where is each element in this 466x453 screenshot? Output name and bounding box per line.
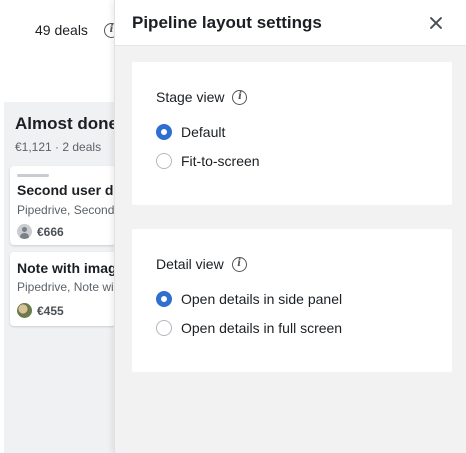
panel-header: Pipeline layout settings <box>115 0 466 46</box>
detail-view-section: Detail view i Open details in side panel… <box>132 229 452 372</box>
stage-view-heading: Stage view i <box>156 89 248 105</box>
radio-selected[interactable] <box>156 124 172 140</box>
pipeline-stage-column: Almost done €1,121 · 2 deals Second user… <box>4 102 118 453</box>
info-icon[interactable]: i <box>232 89 248 105</box>
deal-footer: €666 <box>17 224 64 239</box>
detail-view-label: Detail view <box>156 256 224 272</box>
stage-view-fit-option[interactable]: Fit-to-screen <box>156 153 260 169</box>
stage-view-label: Stage view <box>156 89 225 105</box>
option-label: Open details in full screen <box>181 320 343 336</box>
deal-card[interactable]: Note with image Pipedrive, Note with ima… <box>10 252 116 326</box>
pipeline-page: 49 deals i Almost done €1,121 · 2 deals … <box>0 0 466 453</box>
user-avatar-icon <box>17 303 32 318</box>
close-icon[interactable] <box>424 11 448 35</box>
detail-view-heading: Detail view i <box>156 256 247 272</box>
card-drag-handle <box>17 174 49 177</box>
deal-title: Note with image <box>17 260 116 276</box>
option-label: Default <box>181 124 226 140</box>
deal-value: €455 <box>37 303 64 318</box>
stage-summary: €1,121 · 2 deals <box>15 140 102 154</box>
deal-value: €666 <box>37 224 64 239</box>
radio-selected[interactable] <box>156 291 172 307</box>
deal-title: Second user deal <box>17 182 116 198</box>
deal-org: Pipedrive, Note with image <box>17 280 116 294</box>
stage-view-section: Stage view i Default Fit-to-screen <box>132 62 452 205</box>
deal-org: Pipedrive, Second user <box>17 203 116 217</box>
deals-count: 49 deals <box>35 22 88 38</box>
deal-footer: €455 <box>17 303 64 318</box>
user-avatar-icon <box>17 224 32 239</box>
deal-card[interactable]: Second user deal Pipedrive, Second user … <box>10 166 116 245</box>
option-label: Fit-to-screen <box>181 153 260 169</box>
info-icon[interactable]: i <box>231 256 247 272</box>
stage-view-default-option[interactable]: Default <box>156 124 225 140</box>
stage-title: Almost done <box>15 114 118 133</box>
detail-view-full-screen-option[interactable]: Open details in full screen <box>156 320 342 336</box>
panel-title: Pipeline layout settings <box>132 13 322 32</box>
detail-view-side-panel-option[interactable]: Open details in side panel <box>156 291 342 307</box>
layout-settings-panel: Pipeline layout settings Stage view i De… <box>114 0 466 453</box>
radio-unselected[interactable] <box>156 320 172 336</box>
radio-unselected[interactable] <box>156 153 172 169</box>
option-label: Open details in side panel <box>181 291 343 307</box>
